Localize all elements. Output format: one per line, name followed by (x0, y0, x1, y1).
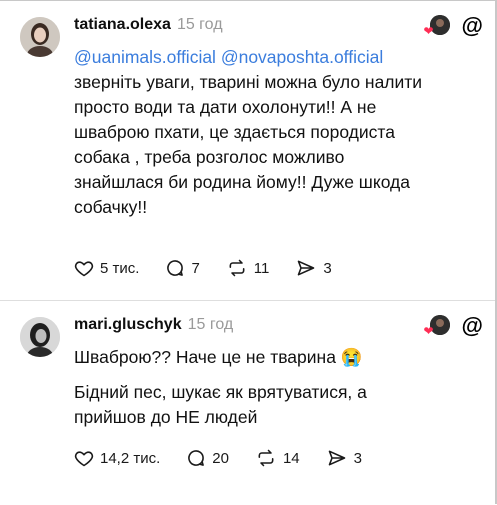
heart-outline-icon (74, 261, 94, 277)
threads-logo-icon[interactable]: @ (462, 15, 483, 37)
comment-bubble-icon (167, 260, 184, 276)
liked-by-author-indicator: ❤ (424, 315, 450, 337)
mention-link[interactable]: @uanimals.official (74, 47, 216, 67)
liked-by-author-indicator: ❤ (424, 15, 450, 37)
liked-heart-icon: ❤ (423, 324, 434, 338)
repost-icon (229, 259, 245, 277)
repost-icon (258, 449, 274, 467)
threads-replies-panel: tatiana.olexa 15 год ❤ @ @uanimals.offici… (0, 0, 497, 504)
share-count: 3 (323, 259, 332, 277)
post-header-icons: ❤ @ (424, 15, 483, 38)
timestamp: 15 год (187, 316, 234, 333)
repost-button[interactable]: 14 (255, 448, 300, 468)
text-line: знайшлася би родина йому!! Дуже шкода (74, 172, 410, 192)
comment-count: 20 (212, 449, 229, 467)
share-count: 3 (353, 449, 362, 467)
share-button[interactable]: 3 (295, 258, 332, 278)
avatar[interactable] (20, 317, 60, 357)
username[interactable]: tatiana.olexa (74, 16, 171, 33)
like-count: 5 тис. (100, 259, 140, 277)
text-line: прийшов до НЕ людей (74, 407, 258, 427)
threads-logo-icon[interactable]: @ (462, 315, 483, 337)
comment-count: 7 (191, 259, 200, 277)
comment-button[interactable]: 7 (165, 258, 200, 278)
like-count: 14,2 тис. (100, 449, 161, 467)
comment-button[interactable]: 20 (186, 448, 229, 468)
like-button[interactable]: 14,2 тис. (74, 448, 160, 468)
comment-bubble-icon (188, 450, 205, 466)
liked-heart-icon: ❤ (423, 24, 434, 38)
heart-outline-icon (74, 451, 94, 467)
post-text: Шваброю?? Наче це не тварина 😭 Бідний пе… (74, 345, 477, 430)
post-header: tatiana.olexa 15 год (74, 15, 223, 35)
post-text: @uanimals.official @novaposhta.official … (74, 45, 477, 220)
share-button[interactable]: 3 (326, 448, 362, 468)
avatar[interactable] (20, 17, 60, 57)
text-line: зверніть уваги, тварині можна було налит… (74, 72, 423, 92)
text-line: просто води та дати охолонути!! А не (74, 97, 377, 117)
mention-link[interactable]: @novaposhta.official (221, 47, 383, 67)
text-line: собака , треба розголос можливо (74, 147, 345, 167)
text-line: Шваброю?? Наче це не тварина 😭 (74, 347, 363, 367)
action-bar: 14,2 тис. 20 14 3 (74, 448, 388, 468)
reply-post: tatiana.olexa 15 год ❤ @ @uanimals.offici… (0, 1, 495, 300)
text-line: Бідний пес, шукає як врятуватися, а (74, 382, 367, 402)
action-bar: 5 тис. 7 11 3 (74, 258, 358, 278)
repost-count: 11 (253, 259, 270, 277)
post-header: mari.gluschyk 15 год (74, 315, 233, 335)
reply-post: mari.gluschyk 15 год ❤ @ Шваброю?? Наче ц… (0, 301, 495, 505)
timestamp: 15 год (176, 16, 223, 33)
share-paper-plane-icon (298, 260, 315, 276)
text-line: шваброю пхати, це здається породиста (74, 122, 395, 142)
post-header-icons: ❤ @ (424, 315, 483, 338)
username[interactable]: mari.gluschyk (74, 316, 182, 333)
repost-button[interactable]: 11 (226, 258, 270, 278)
repost-count: 14 (282, 449, 300, 467)
share-paper-plane-icon (328, 450, 345, 466)
like-button[interactable]: 5 тис. (74, 258, 139, 278)
text-line: собачку!! (74, 197, 148, 217)
